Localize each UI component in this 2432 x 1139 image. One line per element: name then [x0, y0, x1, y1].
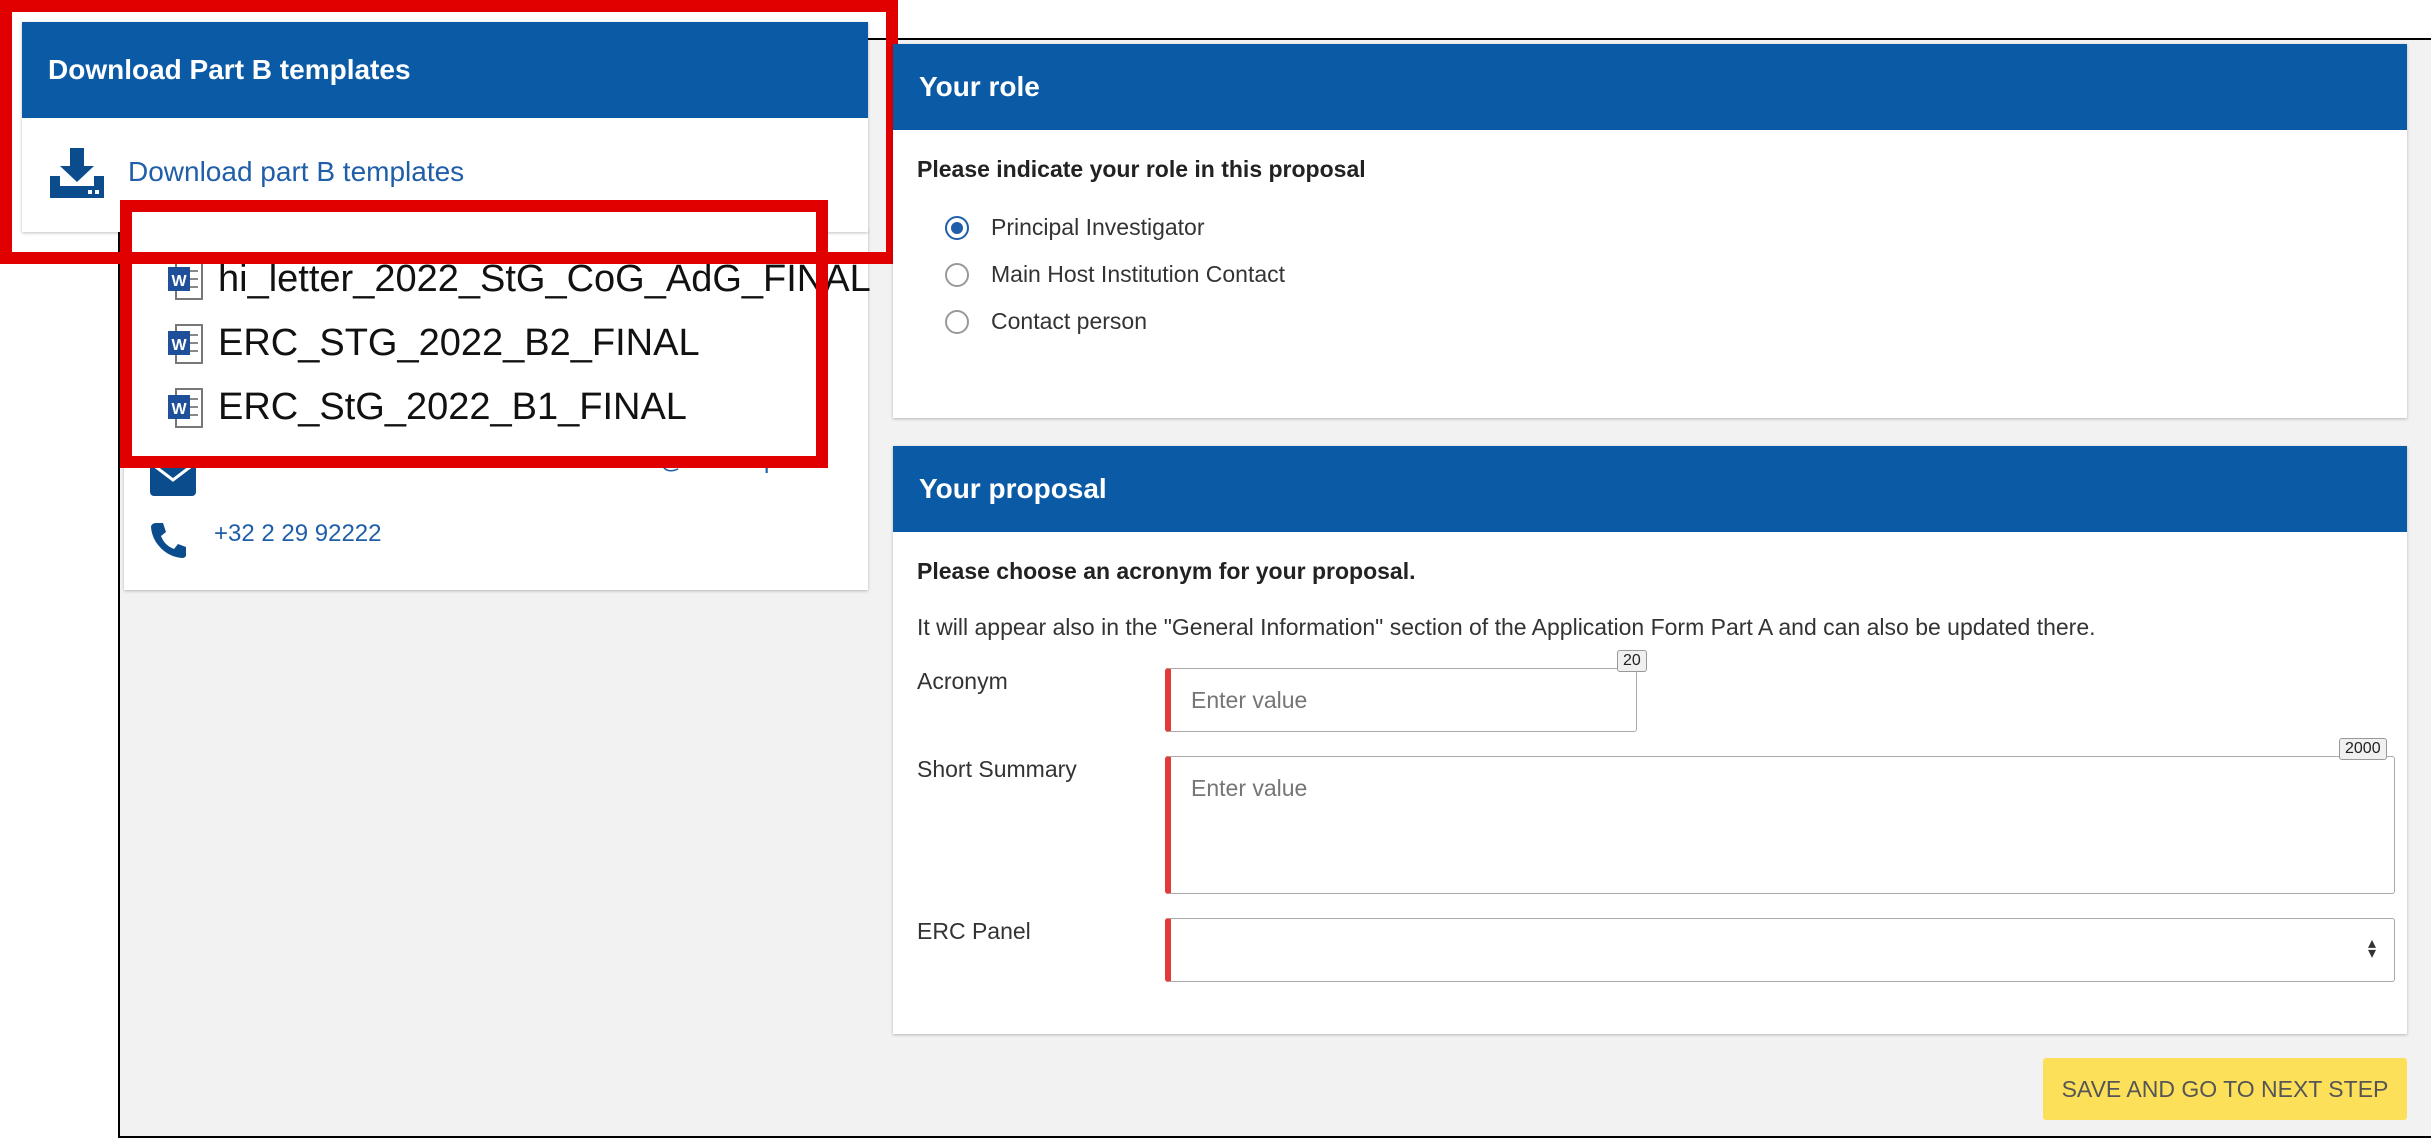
radio-label: Principal Investigator	[991, 214, 1205, 240]
file-name[interactable]: hi_letter_2022_StG_CoG_AdG_FINAL	[218, 258, 871, 301]
radio-label: Main Host Institution Contact	[991, 261, 1286, 287]
summary-textarea[interactable]	[1165, 756, 2395, 894]
file-name[interactable]: ERC_STG_2022_B2_FINAL	[218, 322, 700, 365]
radio-contact-person[interactable]: Contact person	[945, 308, 1147, 335]
proposal-card-title: Your proposal	[893, 446, 2407, 532]
role-question: Please indicate your role in this propos…	[917, 156, 1366, 182]
file-item[interactable]: W ERC_STG_2022_B2_FINAL	[166, 322, 700, 365]
word-file-icon: W	[168, 323, 203, 364]
download-card-title: Download Part B templates	[22, 22, 868, 118]
phone-icon	[151, 523, 186, 558]
acronym-label: Acronym	[917, 668, 1008, 694]
proposal-card: Your proposal Please choose an acronym f…	[893, 446, 2407, 1034]
save-next-button[interactable]: SAVE AND GO TO NEXT STEP	[2043, 1058, 2407, 1120]
word-file-icon: W	[168, 387, 203, 428]
select-arrows-icon: ▴ ▾	[2367, 935, 2376, 962]
download-row[interactable]: Download part B templates	[48, 146, 464, 198]
download-card: Download Part B templates Download part …	[22, 22, 868, 232]
radio-label: Contact person	[991, 308, 1147, 334]
phone-row[interactable]: +32 2 29 92222	[148, 520, 382, 560]
file-name[interactable]: ERC_StG_2022_B1_FINAL	[218, 386, 687, 429]
file-item[interactable]: W ERC_StG_2022_B1_FINAL	[166, 386, 687, 429]
envelope-icon	[150, 460, 196, 496]
erc-panel-label: ERC Panel	[917, 918, 1031, 944]
erc-panel-select[interactable]: ▴ ▾	[1165, 918, 2395, 982]
summary-label: Short Summary	[917, 756, 1077, 782]
radio-button[interactable]	[945, 309, 969, 334]
contact-phone[interactable]: +32 2 29 92222	[214, 520, 382, 548]
acronym-input[interactable]	[1165, 668, 1637, 732]
proposal-question: Please choose an acronym for your propos…	[917, 558, 1416, 584]
radio-main-host-contact[interactable]: Main Host Institution Contact	[945, 261, 1285, 288]
radio-principal-investigator[interactable]: Principal Investigator	[945, 214, 1205, 241]
radio-button[interactable]	[945, 215, 969, 240]
download-icon[interactable]	[48, 146, 106, 198]
word-file-icon: W	[168, 259, 203, 300]
acronym-counter: 20	[1617, 650, 1647, 672]
svg-text:W: W	[171, 401, 187, 418]
download-part-b-link[interactable]: Download part B templates	[128, 156, 464, 188]
role-card: Your role Please indicate your role in t…	[893, 44, 2407, 418]
summary-counter: 2000	[2339, 738, 2387, 760]
file-item[interactable]: W hi_letter_2022_StG_CoG_AdG_FINAL	[166, 258, 871, 301]
svg-text:W: W	[171, 337, 187, 354]
templates-file-list: W hi_letter_2022_StG_CoG_AdG_FINAL W ERC…	[132, 212, 871, 456]
role-card-title: Your role	[893, 44, 2407, 130]
proposal-note: It will appear also in the "General Info…	[917, 614, 2096, 640]
radio-button[interactable]	[945, 262, 969, 287]
svg-text:W: W	[171, 273, 187, 290]
email-row[interactable]: EC-FUNDING-TENDER-SERVICE-DESK@ec.europa…	[148, 447, 824, 498]
